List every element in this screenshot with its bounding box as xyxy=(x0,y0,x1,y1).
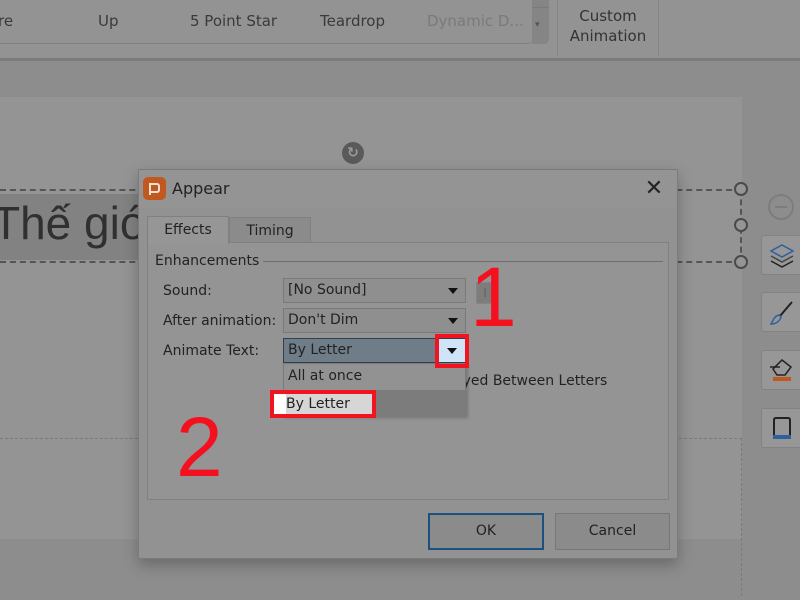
rotate-handle-icon[interactable]: ↻ xyxy=(342,142,364,164)
annotation-step-1: 1 xyxy=(470,250,517,344)
more-icon: ▾ xyxy=(535,20,540,30)
after-animation-select[interactable]: Don't Dim xyxy=(283,308,466,333)
gallery-item-5-point-star[interactable]: 5 Point Star xyxy=(190,12,277,30)
fill-button[interactable] xyxy=(761,350,800,390)
app-logo-icon xyxy=(143,177,166,200)
sound-label: Sound: xyxy=(163,283,212,299)
resize-handle[interactable] xyxy=(734,182,748,196)
tab-timing[interactable]: Timing xyxy=(229,217,311,244)
divider xyxy=(532,7,549,8)
gallery-item-up[interactable]: Up xyxy=(98,12,119,30)
animation-gallery: re Up 5 Point Star Teardrop Dynamic D... xyxy=(0,0,532,44)
gallery-item-dynamic: Dynamic D... xyxy=(427,12,524,30)
brush-icon xyxy=(769,301,793,325)
gallery-item-teardrop[interactable]: Teardrop xyxy=(320,12,385,30)
after-animation-value: Don't Dim xyxy=(288,312,359,328)
effects-panel: Enhancements Sound: [No Sound] After ani… xyxy=(147,242,669,500)
brush-button[interactable] xyxy=(761,292,800,332)
cancel-button[interactable]: Cancel xyxy=(555,513,670,550)
sound-value: [No Sound] xyxy=(288,282,367,298)
highlighted-option-label: By Letter xyxy=(286,396,350,412)
annotation-box-by-letter: By Letter xyxy=(270,390,376,418)
collapse-toolbar-icon[interactable] xyxy=(768,194,794,220)
animate-text-value: By Letter xyxy=(288,342,352,358)
tab-effects[interactable]: Effects xyxy=(147,216,229,244)
dialog-title-bar[interactable]: Appear ✕ xyxy=(139,170,677,208)
sound-select[interactable]: [No Sound] xyxy=(283,278,466,303)
close-icon[interactable]: ✕ xyxy=(641,176,667,202)
appear-dialog: Appear ✕ Effects Timing Enhancements Sou… xyxy=(138,169,678,559)
resize-handle[interactable] xyxy=(734,218,748,232)
custom-animation-button[interactable]: Custom Animation xyxy=(558,6,658,46)
annotation-step-2: 2 xyxy=(176,400,223,494)
gallery-item[interactable]: re xyxy=(0,12,13,30)
layers-icon xyxy=(769,244,795,268)
layers-button[interactable] xyxy=(761,235,800,275)
chevron-down-icon xyxy=(448,288,458,294)
chevron-down-icon xyxy=(448,318,458,324)
delay-between-letters-label: ayed Between Letters xyxy=(454,373,608,389)
highlight-edge xyxy=(274,394,286,414)
after-animation-label: After animation: xyxy=(163,313,277,329)
dialog-title: Appear xyxy=(172,179,230,198)
animation-ribbon: re Up 5 Point Star Teardrop Dynamic D...… xyxy=(0,0,800,58)
annotation-box-dropdown xyxy=(435,334,469,368)
enhancements-label: Enhancements xyxy=(155,253,264,269)
resize-handle[interactable] xyxy=(734,255,748,269)
gallery-more-button[interactable]: ▾ xyxy=(532,0,549,44)
divider xyxy=(658,0,659,56)
outline-button[interactable] xyxy=(761,408,800,448)
fill-icon xyxy=(770,359,793,381)
custom-animation-label: Custom Animation xyxy=(569,7,647,45)
outline-icon xyxy=(773,417,791,439)
ok-button[interactable]: OK xyxy=(428,513,544,550)
animate-text-label: Animate Text: xyxy=(163,343,260,359)
